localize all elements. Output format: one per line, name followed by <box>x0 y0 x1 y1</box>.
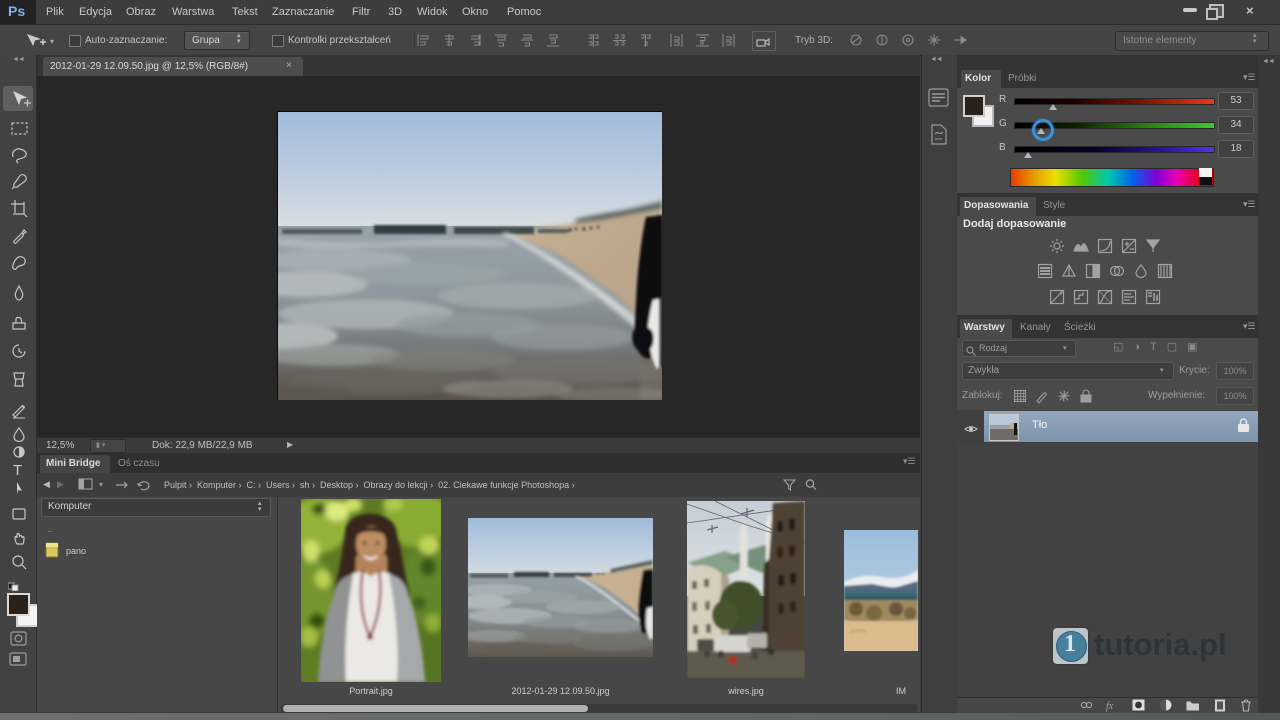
svg-text:T: T <box>13 462 22 479</box>
svg-text:fx: fx <box>1106 701 1114 712</box>
